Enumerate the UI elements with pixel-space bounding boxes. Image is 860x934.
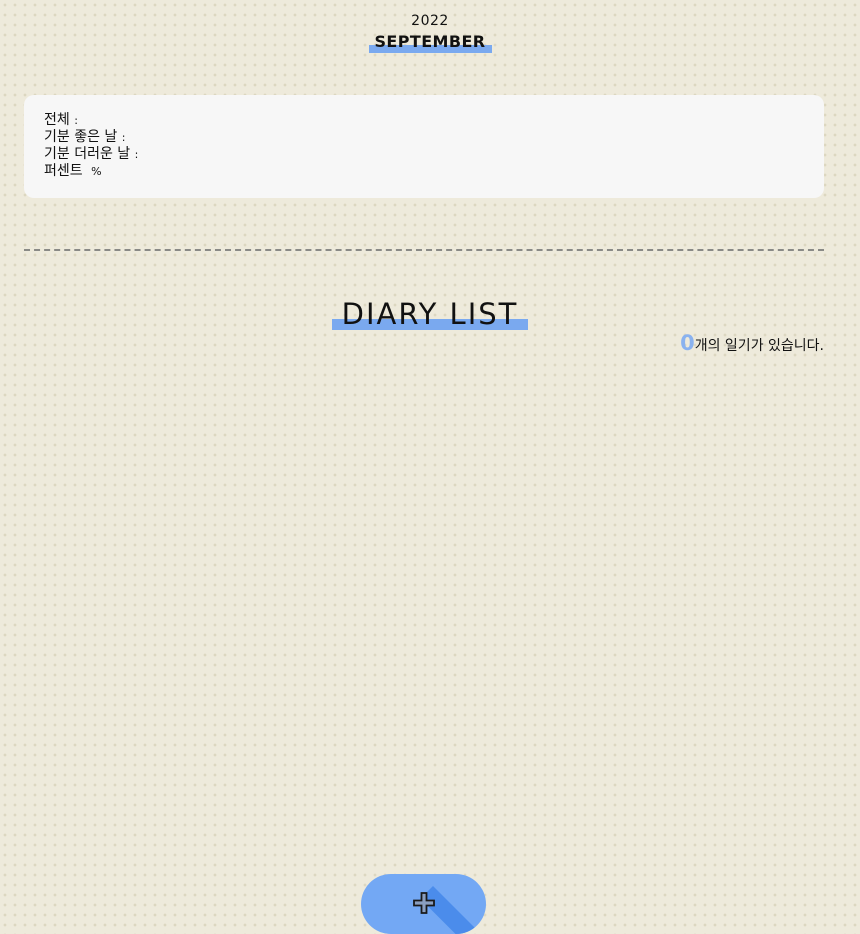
stat-good-days: 기분 좋은 날 : [44,129,804,146]
add-diary-button[interactable] [361,874,486,934]
stat-bad-days: 기분 더러운 날 : [44,146,804,163]
diary-count-text: 개의 일기가 있습니다. [694,338,824,354]
stat-total: 전체 : [44,112,804,129]
dashed-divider [24,249,824,251]
stats-card: 전체 : 기분 좋은 날 : 기분 더러운 날 : 퍼센트 % [24,95,824,198]
stat-percent-unit: % [91,165,102,178]
stat-good-days-label: 기분 좋은 날 [44,129,118,145]
diary-list [24,370,824,850]
diary-count-number: 0 [680,331,695,355]
stat-bad-days-colon: : [134,148,139,161]
month-header: 2022 SEPTEMBER [0,12,860,53]
month-highlight: SEPTEMBER [368,31,492,53]
stat-good-days-colon: : [121,131,126,144]
diary-list-title-highlight: DIARY LIST [331,296,529,332]
plus-icon [413,892,435,914]
stat-percent: 퍼센트 % [44,163,804,180]
diary-list-heading: DIARY LIST [0,296,860,332]
diary-list-title: DIARY LIST [341,297,519,331]
diary-count: 0개의 일기가 있습니다. [680,331,824,358]
stat-bad-days-label: 기분 더러운 날 [44,146,131,162]
stat-total-label: 전체 [44,112,70,128]
stat-percent-label: 퍼센트 [44,163,83,179]
stat-total-colon: : [74,114,78,127]
year-label: 2022 [411,13,449,29]
month-label: SEPTEMBER [374,32,486,51]
